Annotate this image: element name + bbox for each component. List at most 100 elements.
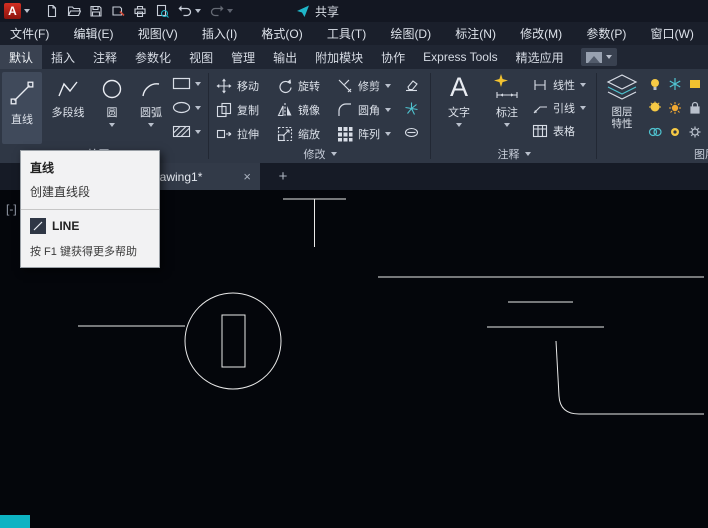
ribbon-display-toggle[interactable]	[580, 48, 617, 66]
layer-isolate-icon[interactable]	[668, 125, 682, 139]
arc-button[interactable]: 圆弧	[132, 77, 170, 127]
close-tab-icon[interactable]: ×	[243, 169, 251, 184]
rotate-button[interactable]: 旋转	[277, 78, 320, 94]
explode-button[interactable]	[404, 101, 419, 116]
line-label: 直线	[11, 114, 33, 126]
hatch-tool-button[interactable]	[172, 125, 201, 138]
join-button[interactable]	[404, 125, 419, 140]
circle-caret-icon[interactable]	[109, 123, 115, 127]
dimension-icon	[494, 74, 518, 98]
ribbon-tab-annotate[interactable]: 注释	[84, 45, 126, 69]
ribbon-tab-home[interactable]: 默认	[0, 45, 43, 69]
ellipse-tool-button[interactable]	[172, 101, 201, 114]
layers-panel-label[interactable]: 图层	[694, 147, 708, 161]
undo-caret-icon[interactable]	[195, 9, 201, 13]
ribbon-tab-manage[interactable]: 管理	[222, 45, 264, 69]
tooltip-command-icon	[30, 218, 46, 234]
arc-caret-icon[interactable]	[148, 123, 154, 127]
redo-button[interactable]	[209, 1, 233, 21]
redo-icon	[210, 5, 224, 17]
menu-format[interactable]: 格式(O)	[261, 25, 302, 42]
cad-rectangle[interactable]	[221, 314, 246, 368]
save-as-button[interactable]	[111, 1, 125, 21]
annotate-panel-label[interactable]: 注释	[432, 147, 596, 161]
panel-separator	[596, 73, 597, 159]
ribbon-tab-output[interactable]: 输出	[264, 45, 306, 69]
menu-view[interactable]: 视图(V)	[138, 25, 178, 42]
hatch-icon	[172, 125, 191, 138]
fillet-button[interactable]: 圆角	[337, 102, 391, 118]
ribbon-tab-insert[interactable]: 插入	[42, 45, 84, 69]
mirror-icon	[277, 103, 292, 117]
layer-bulb-icon[interactable]	[648, 101, 662, 115]
save-icon	[90, 5, 102, 17]
line-button[interactable]: 直线	[2, 72, 42, 144]
layer-properties-button[interactable]: 图层特性	[600, 73, 644, 130]
dimension-button[interactable]: 标注	[486, 73, 528, 127]
plot-button[interactable]	[133, 1, 147, 21]
cad-circle[interactable]	[184, 292, 282, 390]
text-button[interactable]: A 文字	[436, 73, 482, 127]
layer-state-icon[interactable]	[688, 77, 702, 91]
open-button[interactable]	[67, 1, 81, 21]
ribbon-tab-parametric[interactable]: 参数化	[126, 45, 180, 69]
menu-parametric[interactable]: 参数(P)	[586, 25, 626, 42]
menu-window[interactable]: 窗口(W)	[651, 25, 694, 42]
ribbon-tab-addins[interactable]: 附加模块	[306, 45, 372, 69]
text-caret-icon	[456, 123, 462, 127]
trim-button[interactable]: 修剪	[337, 78, 391, 94]
new-drawing-tab-button[interactable]: +	[274, 167, 292, 185]
annotate-panel-caret-icon	[524, 152, 531, 156]
new-file-button[interactable]	[45, 1, 59, 21]
ellipse-caret-icon	[195, 105, 201, 110]
polyline-button[interactable]: 多段线	[44, 77, 92, 120]
status-indicator[interactable]	[0, 515, 30, 528]
fillet-caret-icon	[385, 108, 391, 112]
array-button[interactable]: 阵列	[337, 126, 391, 142]
layer-on-icon[interactable]	[648, 77, 662, 91]
menu-modify[interactable]: 修改(M)	[520, 25, 562, 42]
layer-freeze-icon[interactable]	[668, 77, 682, 91]
ribbon-toggle-caret-icon	[605, 55, 612, 59]
share-button[interactable]: 共享	[296, 0, 339, 22]
stretch-button[interactable]: 拉伸	[216, 126, 259, 142]
menu-insert[interactable]: 插入(I)	[202, 25, 237, 42]
layer-match-icon[interactable]	[648, 125, 662, 139]
menu-draw[interactable]: 绘图(D)	[390, 25, 431, 42]
leader-button[interactable]: 引线	[532, 100, 586, 116]
move-icon	[216, 78, 232, 94]
menu-file[interactable]: 文件(F)	[10, 25, 49, 42]
ribbon-tab-collaborate[interactable]: 协作	[372, 45, 414, 69]
app-menu-button[interactable]: A	[4, 3, 21, 19]
layer-sun-icon[interactable]	[668, 101, 682, 115]
app-menu-caret-icon[interactable]	[24, 9, 30, 13]
circle-button[interactable]: 圆	[94, 77, 130, 127]
linear-button[interactable]: 线性	[532, 77, 586, 93]
table-button[interactable]: 表格	[532, 123, 575, 139]
plot-preview-button[interactable]	[155, 1, 169, 21]
redo-caret-icon[interactable]	[227, 9, 233, 13]
rectangle-tool-button[interactable]	[172, 77, 201, 90]
modify-panel-label[interactable]: 修改	[210, 147, 430, 161]
rectangle-icon	[172, 77, 191, 90]
erase-button[interactable]	[404, 77, 419, 92]
menu-edit[interactable]: 编辑(E)	[74, 25, 114, 42]
cad-polyline-filleted[interactable]	[555, 340, 704, 415]
plot-printer-icon	[134, 5, 146, 18]
layer-lock-icon[interactable]	[688, 101, 702, 115]
arc-label: 圆弧	[140, 107, 162, 119]
move-button[interactable]: 移动	[216, 78, 259, 94]
ribbon-tab-express-tools[interactable]: Express Tools	[414, 45, 506, 69]
tooltip-divider	[21, 209, 159, 210]
ribbon-tab-featured-apps[interactable]: 精选应用	[507, 45, 573, 69]
undo-button[interactable]	[177, 1, 201, 21]
save-button[interactable]	[89, 1, 103, 21]
mirror-button[interactable]: 镜像	[277, 102, 320, 118]
copy-button[interactable]: 复制	[216, 102, 259, 118]
scale-button[interactable]: 缩放	[277, 126, 320, 142]
layer-settings-icon[interactable]	[688, 125, 702, 139]
ribbon-tab-view[interactable]: 视图	[180, 45, 222, 69]
menu-tools[interactable]: 工具(T)	[327, 25, 366, 42]
menu-dimension[interactable]: 标注(N)	[455, 25, 496, 42]
erase-icon	[406, 80, 418, 92]
